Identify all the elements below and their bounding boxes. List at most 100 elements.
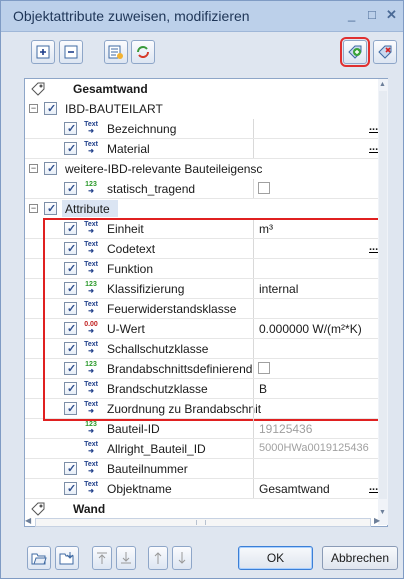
row-checkbox[interactable]: ✓	[64, 362, 77, 375]
browse-button[interactable]: ...	[369, 482, 379, 493]
group-label: IBD-BAUTEILART	[65, 102, 163, 116]
browse-button[interactable]: ...	[369, 242, 379, 253]
row-checkbox[interactable]: ✓	[64, 402, 77, 415]
move-down-button[interactable]	[172, 546, 192, 570]
value-checkbox[interactable]	[258, 182, 270, 194]
tree-row[interactable]: ✓ Text ➜ Einheit m³	[25, 219, 387, 239]
group-weitere-ibd[interactable]: − ✓ weitere-IBD-relevante Bauteileigensc	[25, 159, 387, 179]
tree-row[interactable]: ✓ Text ➜ Objektname Gesamtwand ...	[25, 479, 387, 499]
tree-row[interactable]: ✓ Text ➜ Feuerwiderstandsklasse	[25, 299, 387, 319]
tree-row[interactable]: ✓ 123 ➜ statisch_tragend	[25, 179, 387, 199]
attribute-value[interactable]: B	[259, 382, 267, 396]
row-checkbox[interactable]: ✓	[64, 222, 77, 235]
collapse-toggle[interactable]: −	[29, 164, 38, 173]
group-wand[interactable]: Wand	[25, 499, 387, 519]
tree-row[interactable]: ✓ Text ➜ Codetext ...	[25, 239, 387, 259]
expand-all-button[interactable]	[31, 40, 55, 64]
move-up-button[interactable]	[148, 546, 168, 570]
tree-row[interactable]: ✓ Text ➜ Schallschutzklasse	[25, 339, 387, 359]
tree-row[interactable]: ✓ 123 ➜ Brandabschnittsdefinierend	[25, 359, 387, 379]
add-attribute-button[interactable]	[340, 37, 370, 67]
attribute-value[interactable]: Gesamtwand	[259, 482, 330, 496]
row-checkbox[interactable]: ✓	[64, 322, 77, 335]
group-label: weitere-IBD-relevante Bauteileigensc	[65, 162, 263, 176]
scroll-grip[interactable]	[196, 520, 206, 525]
refresh-icon	[137, 46, 149, 58]
scroll-down-icon[interactable]: ▼	[379, 509, 386, 516]
attribute-value[interactable]: m³	[259, 222, 273, 236]
save-folder-icon	[59, 552, 74, 565]
group-checkbox[interactable]: ✓	[44, 102, 57, 115]
minus-icon	[64, 45, 78, 59]
scroll-thumb[interactable]	[379, 91, 387, 499]
folder-open-icon	[31, 553, 47, 565]
tree-row[interactable]: ✓ Text ➜ Bezeichnung ...	[25, 119, 387, 139]
attribute-label: Bezeichnung	[107, 122, 177, 136]
attribute-label: Codetext	[107, 242, 156, 256]
tag-icon	[31, 82, 45, 96]
group-gesamtwand[interactable]: Gesamtwand	[25, 79, 387, 99]
close-button[interactable]: ✕	[386, 7, 397, 23]
attribute-label: statisch_tragend	[107, 182, 196, 196]
ok-button[interactable]: OK	[238, 546, 313, 570]
group-attribute[interactable]: − ✓ Attribute	[25, 199, 387, 219]
row-checkbox[interactable]: ✓	[64, 142, 77, 155]
tree-row[interactable]: ✓ Text ➜ Brandschutzklasse B	[25, 379, 387, 399]
browse-button[interactable]: ...	[369, 122, 379, 133]
row-checkbox[interactable]: ✓	[64, 282, 77, 295]
dialog-window: Objektattribute zuweisen, modifizieren _…	[0, 0, 404, 579]
text-type-icon: Text ➜	[84, 121, 98, 135]
row-checkbox[interactable]: ✓	[64, 242, 77, 255]
row-checkbox[interactable]: ✓	[64, 182, 77, 195]
row-checkbox[interactable]: ✓	[64, 342, 77, 355]
collapse-toggle[interactable]: −	[29, 204, 38, 213]
collapse-toggle[interactable]: −	[29, 104, 38, 113]
move-top-button[interactable]	[92, 546, 112, 570]
tree-row[interactable]: ✓ Text ➜ Funktion	[25, 259, 387, 279]
text-type-icon: Text ➜	[84, 381, 98, 395]
tree-row[interactable]: Text ➜ Allright_Bauteil_ID 5000HWa0019125…	[25, 439, 387, 459]
row-checkbox[interactable]: ✓	[64, 302, 77, 315]
group-ibd-bauteilart[interactable]: − ✓ IBD-BAUTEILART	[25, 99, 387, 119]
collapse-all-button[interactable]	[59, 40, 83, 64]
tree-row[interactable]: ✓ Text ➜ Bauteilnummer	[25, 459, 387, 479]
maximize-button[interactable]: □	[368, 7, 376, 22]
number-type-icon: 123 ➜	[85, 181, 97, 195]
group-checkbox[interactable]: ✓	[44, 202, 57, 215]
attribute-label: Feuerwiderstandsklasse	[107, 302, 237, 316]
row-checkbox[interactable]: ✓	[64, 262, 77, 275]
tree-row[interactable]: ✓ 0.00 ➜ U-Wert 0.000000 W/(m²*K)	[25, 319, 387, 339]
attribute-value: 19125436	[259, 422, 313, 436]
group-checkbox[interactable]: ✓	[44, 162, 57, 175]
tree-row[interactable]: 123 ➜ Bauteil-ID 19125436	[25, 419, 387, 439]
text-type-icon: Text ➜	[84, 221, 98, 235]
add-tag-icon	[348, 45, 362, 59]
attribute-value[interactable]: 0.000000 W/(m²*K)	[259, 322, 362, 336]
open-file-button[interactable]	[27, 546, 51, 570]
row-checkbox[interactable]: ✓	[64, 122, 77, 135]
move-bottom-button[interactable]	[116, 546, 136, 570]
attribute-label: Material	[107, 142, 150, 156]
vertical-scrollbar[interactable]: ▲ ▼	[378, 79, 388, 525]
title-bar: Objektattribute zuweisen, modifizieren _…	[1, 1, 403, 32]
row-checkbox[interactable]: ✓	[64, 482, 77, 495]
remove-attribute-button[interactable]	[373, 40, 397, 64]
row-checkbox[interactable]: ✓	[64, 462, 77, 475]
attribute-value[interactable]: internal	[259, 282, 298, 296]
horizontal-scrollbar[interactable]	[35, 518, 371, 527]
scroll-left-icon[interactable]: ◀	[25, 516, 31, 525]
row-checkbox[interactable]: ✓	[64, 382, 77, 395]
scroll-up-icon[interactable]: ▲	[379, 81, 386, 88]
tree-row[interactable]: ✓ 123 ➜ Klassifizierung internal	[25, 279, 387, 299]
cancel-button[interactable]: Abbrechen	[322, 546, 398, 570]
minimize-button[interactable]: _	[348, 7, 355, 22]
list-view-button[interactable]	[104, 40, 128, 64]
value-checkbox[interactable]	[258, 362, 270, 374]
browse-button[interactable]: ...	[369, 142, 379, 153]
refresh-button[interactable]	[131, 40, 155, 64]
text-type-icon: Text ➜	[84, 441, 98, 455]
scroll-right-icon[interactable]: ▶	[374, 516, 380, 525]
save-file-button[interactable]	[55, 546, 79, 570]
tree-row[interactable]: ✓ Text ➜ Zuordnung zu Brandabschnit	[25, 399, 387, 419]
tree-row[interactable]: ✓ Text ➜ Material ...	[25, 139, 387, 159]
